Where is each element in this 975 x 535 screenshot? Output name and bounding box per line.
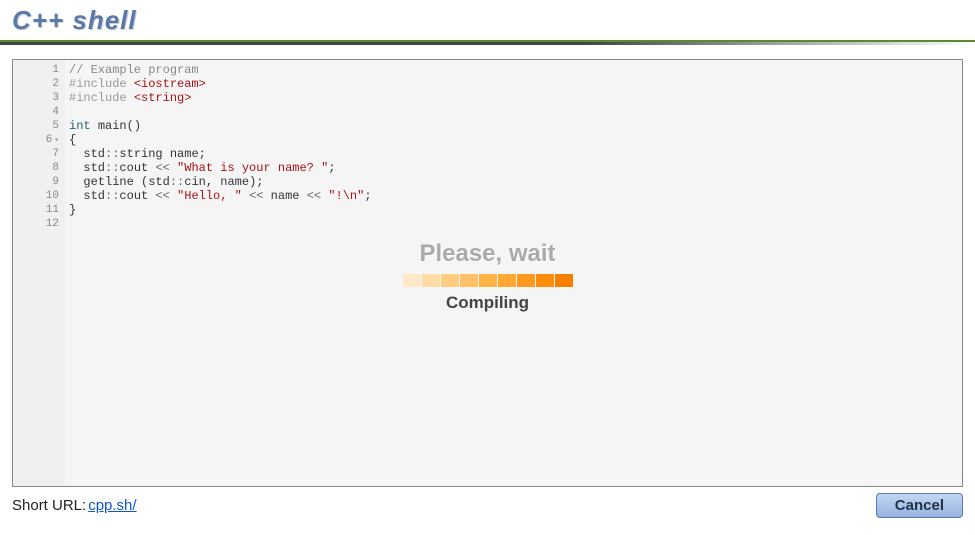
code-line[interactable]: // Example program (69, 63, 962, 77)
code-line[interactable]: { (69, 133, 962, 147)
short-url-label: Short URL: (12, 497, 86, 514)
main-area: 123456789101112 // Example program#inclu… (0, 45, 975, 487)
line-number: 12 (13, 217, 59, 231)
code-line[interactable]: int main() (69, 119, 962, 133)
progress-cell (441, 274, 459, 287)
progress-cell (517, 274, 535, 287)
code-line[interactable] (69, 217, 962, 231)
line-number: 1 (13, 63, 59, 77)
progress-cell (555, 274, 573, 287)
code-line[interactable]: std::cout << "Hello, " << name << "!\n"; (69, 189, 962, 203)
progress-cell (479, 274, 497, 287)
code-line[interactable] (69, 105, 962, 119)
code-line[interactable]: #include <iostream> (69, 77, 962, 91)
status-text: Compiling (13, 293, 962, 313)
code-line[interactable]: std::cout << "What is your name? "; (69, 161, 962, 175)
app-title: C++ shell (12, 5, 137, 36)
line-number: 11 (13, 203, 59, 217)
line-number: 8 (13, 161, 59, 175)
line-number: 9 (13, 175, 59, 189)
line-number: 7 (13, 147, 59, 161)
code-line[interactable]: getline (std::cin, name); (69, 175, 962, 189)
wait-text: Please, wait (13, 240, 962, 268)
progress-cell (460, 274, 478, 287)
loading-overlay: Please, wait Compiling (13, 240, 962, 313)
short-url-link[interactable]: cpp.sh/ (88, 497, 136, 514)
code-line[interactable]: #include <string> (69, 91, 962, 105)
progress-cell (536, 274, 554, 287)
progress-bar (403, 274, 573, 287)
progress-cell (498, 274, 516, 287)
cancel-button[interactable]: Cancel (876, 493, 963, 518)
line-number: 10 (13, 189, 59, 203)
line-number: 4 (13, 105, 59, 119)
line-number: 6 (13, 133, 59, 147)
code-line[interactable]: std::string name; (69, 147, 962, 161)
footer-bar: Short URL: cpp.sh/ Cancel (0, 487, 975, 518)
line-number: 2 (13, 77, 59, 91)
line-number: 5 (13, 119, 59, 133)
progress-cell (403, 274, 421, 287)
progress-cell (422, 274, 440, 287)
editor-container: 123456789101112 // Example program#inclu… (12, 59, 963, 487)
header: C++ shell (0, 0, 975, 40)
code-line[interactable]: } (69, 203, 962, 217)
line-number: 3 (13, 91, 59, 105)
